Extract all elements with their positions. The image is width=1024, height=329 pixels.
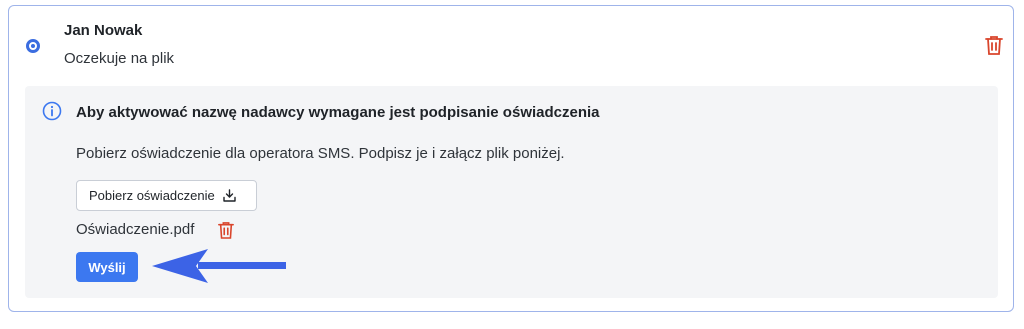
download-statement-button[interactable]: Pobierz oświadczenie: [76, 180, 257, 211]
download-button-label: Pobierz oświadczenie: [89, 188, 215, 203]
panel-description: Pobierz oświadczenie dla operatora SMS. …: [76, 145, 565, 162]
info-icon: [42, 101, 62, 121]
arrow-left-icon: [152, 249, 286, 283]
trash-icon[interactable]: [985, 35, 1003, 55]
attached-file-name: Oświadczenie.pdf: [76, 221, 195, 238]
panel-title: Aby aktywować nazwę nadawcy wymagane jes…: [76, 104, 600, 121]
trash-icon[interactable]: [218, 221, 234, 239]
send-button-label: Wyślij: [88, 259, 126, 275]
send-button[interactable]: Wyślij: [76, 252, 138, 282]
recipient-status: Oczekuje na plik: [64, 50, 175, 67]
download-icon: [223, 189, 236, 202]
recipient-name: Jan Nowak: [64, 22, 143, 39]
radio-selected-icon[interactable]: [26, 39, 40, 53]
